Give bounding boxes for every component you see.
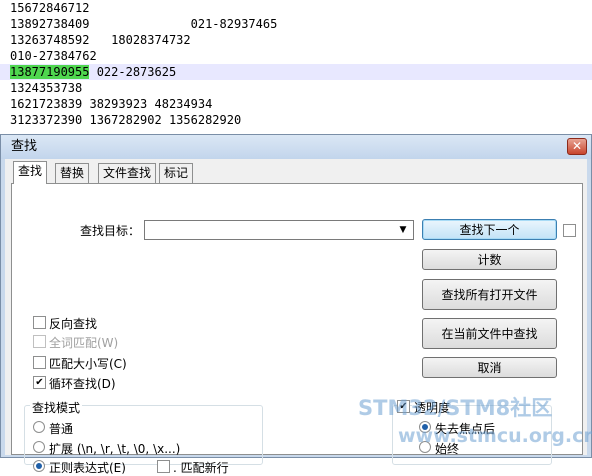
- reverse-search-checkbox[interactable]: [33, 316, 46, 329]
- find-next-button[interactable]: 查找下一个: [422, 219, 557, 240]
- tab-find[interactable]: 查找: [13, 161, 48, 184]
- find-in-current-file-button[interactable]: 在当前文件中查找: [422, 318, 557, 349]
- dialog-title: 查找: [11, 139, 38, 154]
- close-icon: ✕: [571, 139, 583, 153]
- chevron-down-icon[interactable]: ▼: [395, 222, 411, 238]
- find-target-label: 查找目标：: [80, 224, 141, 238]
- tab-find-in-files[interactable]: 文件查找: [98, 163, 157, 183]
- search-mode-normal-radio[interactable]: [33, 421, 45, 433]
- match-case-label: 匹配大小写(C): [49, 357, 127, 371]
- whole-word-checkbox[interactable]: [33, 335, 46, 348]
- editor-line: 010-27384762: [10, 49, 97, 63]
- find-all-open-files-button[interactable]: 查找所有打开文件: [422, 279, 557, 310]
- editor-line: 3123372390 1367282902 1356282920: [10, 113, 242, 127]
- search-mode-extended-label: 扩展 (\n, \r, \t, \0, \x...): [49, 442, 181, 456]
- dot-matches-newline-checkbox[interactable]: [157, 460, 170, 473]
- find-target-combobox[interactable]: ▼: [144, 220, 414, 240]
- editor-line: 13263748592 18028374732: [10, 33, 191, 47]
- watermark-url: www.stmcu.org.cn: [398, 425, 592, 447]
- search-mode-normal-label: 普通: [49, 422, 74, 436]
- editor-current-line: 13877190955 022-2873625: [0, 64, 592, 80]
- find-target-input[interactable]: [146, 222, 394, 238]
- reverse-search-label: 反向查找: [49, 317, 98, 331]
- editor-line: 15672846712: [10, 1, 90, 15]
- editor-line: 1621723839 38293923 48234934: [10, 97, 213, 111]
- tab-mark[interactable]: 标记: [159, 163, 194, 183]
- watermark-text: STM32/STM8社区: [358, 396, 553, 420]
- dialog-titlebar[interactable]: 查找: [1, 135, 591, 159]
- count-button[interactable]: 计数: [422, 249, 557, 270]
- editor-line: 13892738409 021-82937465: [10, 17, 278, 31]
- cancel-button[interactable]: 取消: [422, 357, 557, 378]
- wrap-around-label: 循环查找(D): [49, 377, 116, 391]
- editor-line-rest: 022-2873625: [89, 65, 177, 79]
- tab-replace[interactable]: 替换: [55, 163, 90, 183]
- checkmark-icon: ✔: [35, 377, 44, 388]
- search-mode-regex-radio[interactable]: [33, 460, 45, 472]
- text-editor[interactable]: 15672846712 13892738409 021-82937465 132…: [0, 0, 592, 134]
- search-mode-extended-radio[interactable]: [33, 441, 45, 453]
- close-button[interactable]: ✕: [567, 138, 587, 155]
- wrap-around-checkbox[interactable]: ✔: [33, 376, 46, 389]
- dot-matches-newline-label: . 匹配新行: [173, 461, 229, 475]
- match-case-checkbox[interactable]: [33, 356, 46, 369]
- search-mode-regex-label: 正则表达式(E): [49, 461, 126, 475]
- find-next-option-checkbox[interactable]: [563, 224, 576, 237]
- search-match-highlight: 13877190955: [10, 65, 90, 79]
- editor-line: 1324353738: [10, 81, 83, 95]
- whole-word-label: 全词匹配(W): [49, 336, 119, 350]
- search-mode-title: 查找模式: [30, 399, 83, 416]
